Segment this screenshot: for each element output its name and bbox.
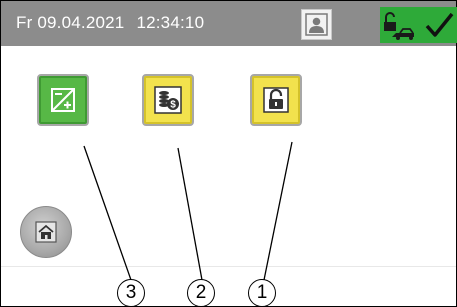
callout-2: 2 — [187, 279, 215, 307]
callout-1: 1 — [248, 279, 276, 307]
callout-lines — [83, 141, 293, 281]
callout-3: 3 — [117, 279, 145, 307]
